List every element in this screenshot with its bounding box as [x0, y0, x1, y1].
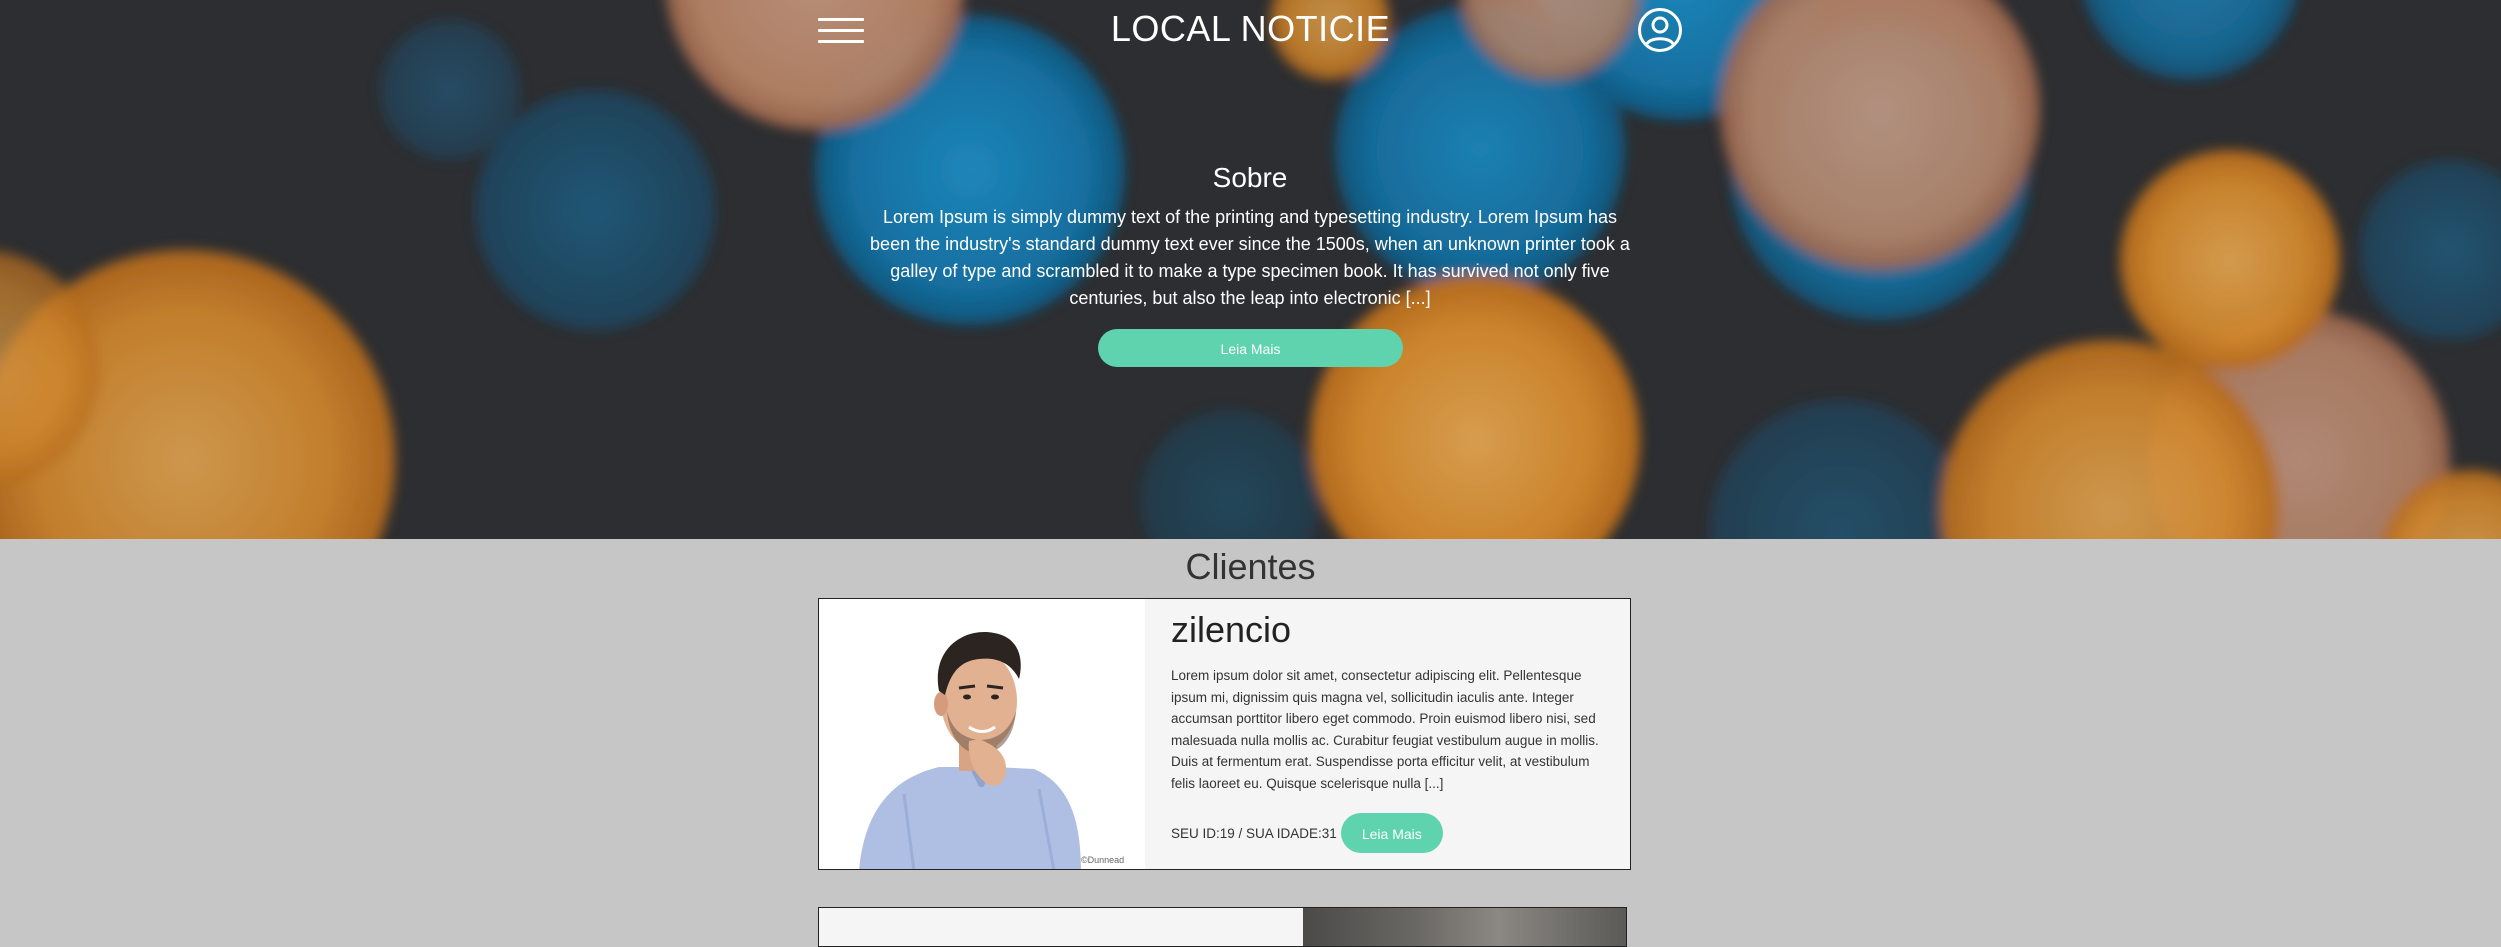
client-meta: SEU ID:19 / SUA IDADE:31: [1171, 825, 1337, 841]
clients-section-title: Clientes: [1185, 546, 1316, 587]
site-title: LOCAL NOTICIE: [1110, 8, 1391, 49]
client-card-footer: SEU ID:19 / SUA IDADE:31 Leia Mais: [1171, 813, 1443, 853]
user-circle-icon[interactable]: [1637, 7, 1683, 53]
about-read-more-button[interactable]: Leia Mais: [1098, 329, 1403, 367]
top-navigation-bar: LOCAL NOTICIE: [0, 0, 2501, 60]
about-section: Sobre Lorem Ipsum is simply dummy text o…: [860, 162, 1640, 312]
photo-watermark: ©Dunnead: [1081, 855, 1124, 865]
client-card: ©Dunnead zilencio Lorem ipsum dolor sit …: [818, 598, 1631, 870]
client-read-more-button[interactable]: Leia Mais: [1340, 813, 1443, 853]
client-photo: ©Dunnead: [819, 599, 1145, 869]
about-title: Sobre: [1212, 162, 1288, 193]
client-portrait-illustration: ©Dunnead: [819, 599, 1145, 869]
client-name: zilencio: [1171, 609, 1292, 650]
client-description: Lorem ipsum dolor sit amet, consectetur …: [1171, 668, 1599, 791]
client-card-body: zilencio Lorem ipsum dolor sit amet, con…: [1171, 599, 1611, 869]
hero-banner: LOCAL NOTICIE Sobre Lorem Ipsum is simpl…: [0, 0, 2501, 539]
about-text: Lorem Ipsum is simply dummy text of the …: [870, 207, 1630, 308]
user-avatar-svg: [1638, 8, 1682, 52]
client-photo-partial: [1303, 908, 1626, 946]
client-card-partial: [818, 907, 1627, 947]
